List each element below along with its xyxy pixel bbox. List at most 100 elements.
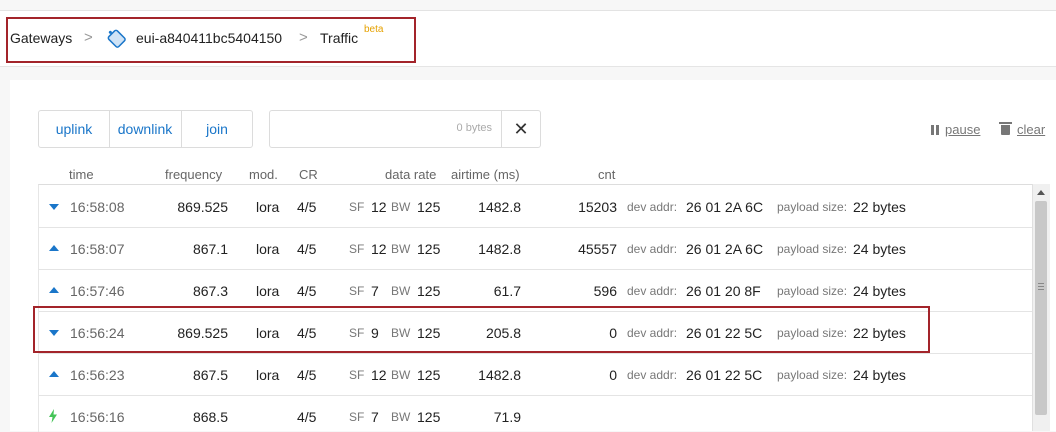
row-modulation: lora [256, 283, 280, 299]
row-bandwidth: 125 [417, 199, 441, 215]
row-dev-addr: 26 01 22 5C [686, 367, 763, 383]
scroll-up-arrow-icon[interactable] [1037, 190, 1045, 195]
row-frequency: 867.5 [192, 367, 228, 383]
row-frequency: 867.3 [192, 283, 228, 299]
row-coding-rate: 4/5 [297, 199, 317, 215]
row-airtime: 1482.8 [478, 241, 521, 257]
row-airtime: 71.9 [493, 409, 521, 425]
column-header-mod: mod. [249, 167, 278, 182]
direction-filter-group: uplink downlink join [38, 110, 253, 148]
beta-badge: beta [364, 24, 384, 35]
table-row[interactable]: 16:58:08 869.525 lora 4/5 SF 12 BW 125 1482.8 152… [39, 185, 1033, 228]
row-dev-addr-label: dev addr: [627, 200, 678, 214]
trash-icon [999, 122, 1012, 135]
breadcrumb-separator-icon: > [299, 29, 308, 46]
row-bw-label: BW [391, 242, 411, 256]
column-header-frequency: frequency [165, 167, 223, 182]
row-sf-label: SF [349, 410, 365, 424]
row-time: 16:56:23 [70, 367, 125, 383]
row-payload-size: 22 bytes [853, 199, 906, 215]
row-time: 16:58:08 [70, 199, 125, 215]
row-sf-label: SF [349, 368, 365, 382]
column-header-time: time [69, 167, 94, 182]
payload-size-readout: 0 bytes [456, 122, 492, 134]
downlink-arrow-icon [49, 204, 59, 210]
row-modulation: lora [256, 367, 280, 383]
row-dev-addr: 26 01 2A 6C [686, 199, 764, 215]
pause-label: pause [945, 122, 981, 137]
row-time: 16:56:16 [70, 409, 125, 425]
row-payload-size-label: payload size: [777, 368, 848, 382]
column-header-cr: CR [299, 167, 318, 182]
clear-filter-close-icon[interactable]: ✕ [501, 111, 540, 147]
scrollbar-grip [1038, 289, 1044, 290]
downlink-filter-button[interactable]: downlink [109, 111, 182, 147]
row-payload-size: 24 bytes [853, 283, 906, 299]
row-modulation: lora [256, 241, 280, 257]
scrollbar-thumb[interactable] [1035, 201, 1047, 415]
scrollbar-grip [1038, 286, 1044, 287]
row-dev-addr: 26 01 2A 6C [686, 241, 764, 257]
row-count: 15203 [578, 199, 617, 215]
column-header-cnt: cnt [598, 167, 616, 182]
row-coding-rate: 4/5 [297, 241, 317, 257]
join-bolt-icon [49, 409, 57, 423]
row-coding-rate: 4/5 [297, 367, 317, 383]
row-count: 596 [593, 283, 617, 299]
row-sf-label: SF [349, 242, 365, 256]
table-row[interactable]: 16:56:23 867.5 lora 4/5 SF 12 BW 125 1482.8 0 dev … [39, 353, 1033, 396]
row-spreading-factor: 12 [371, 241, 387, 257]
pause-icon [931, 125, 939, 135]
row-sf-label: SF [349, 200, 365, 214]
pause-button[interactable]: pause [931, 122, 980, 137]
row-bw-label: BW [391, 200, 411, 214]
uplink-arrow-icon [49, 287, 59, 293]
uplink-filter-button[interactable]: uplink [39, 111, 110, 147]
row-time: 16:57:46 [70, 283, 125, 299]
breadcrumb-separator-icon: > [84, 29, 93, 46]
row-bw-label: BW [391, 368, 411, 382]
row-bandwidth: 125 [417, 409, 441, 425]
uplink-arrow-icon [49, 371, 59, 377]
table-row[interactable]: 16:56:16 868.5 4/5 SF 7 BW 125 71.9 [39, 395, 1033, 432]
clear-label: clear [1017, 122, 1046, 137]
clear-button[interactable]: clear [999, 122, 1046, 137]
row-time: 16:58:07 [70, 241, 125, 257]
row-bandwidth: 125 [417, 367, 441, 383]
row-payload-size-label: payload size: [777, 200, 848, 214]
row-dev-addr: 26 01 20 8F [686, 283, 761, 299]
table-scrollbar[interactable] [1032, 184, 1050, 431]
table-row[interactable]: 16:58:07 867.1 lora 4/5 SF 12 BW 125 1482.8 45557… [39, 227, 1033, 270]
row-dev-addr-label: dev addr: [627, 284, 678, 298]
row-dev-addr-label: dev addr: [627, 368, 678, 382]
row-payload-size-label: payload size: [777, 242, 848, 256]
row-frequency: 869.525 [177, 199, 228, 215]
row-coding-rate: 4/5 [297, 409, 317, 425]
breadcrumb-gateways[interactable]: Gateways [10, 30, 72, 46]
column-header-airtime: airtime (ms) [451, 167, 520, 182]
row-spreading-factor: 7 [371, 283, 379, 299]
row-payload-size-label: payload size: [777, 284, 848, 298]
uplink-arrow-icon [49, 245, 59, 251]
scrollbar-grip [1038, 283, 1044, 284]
row-payload-size: 24 bytes [853, 367, 906, 383]
row-spreading-factor: 12 [371, 199, 387, 215]
column-header-data-rate: data rate [385, 167, 437, 182]
row-sf-label: SF [349, 284, 365, 298]
payload-filter: 0 bytes ✕ [269, 110, 541, 149]
row-airtime: 1482.8 [478, 367, 521, 383]
row-dev-addr-label: dev addr: [627, 242, 678, 256]
row-payload-size: 24 bytes [853, 241, 906, 257]
join-filter-button[interactable]: join [181, 111, 253, 147]
row-airtime: 61.7 [493, 283, 521, 299]
row-spreading-factor: 7 [371, 409, 379, 425]
row-count: 45557 [578, 241, 617, 257]
row-modulation: lora [256, 199, 280, 215]
row-bw-label: BW [391, 284, 411, 298]
row-spreading-factor: 12 [371, 367, 387, 383]
row-airtime: 1482.8 [478, 199, 521, 215]
breadcrumb-gateway-id[interactable]: eui-a840411bc5404150 [136, 30, 282, 46]
row-count: 0 [609, 367, 617, 383]
row-bandwidth: 125 [417, 241, 441, 257]
row-bandwidth: 125 [417, 283, 441, 299]
